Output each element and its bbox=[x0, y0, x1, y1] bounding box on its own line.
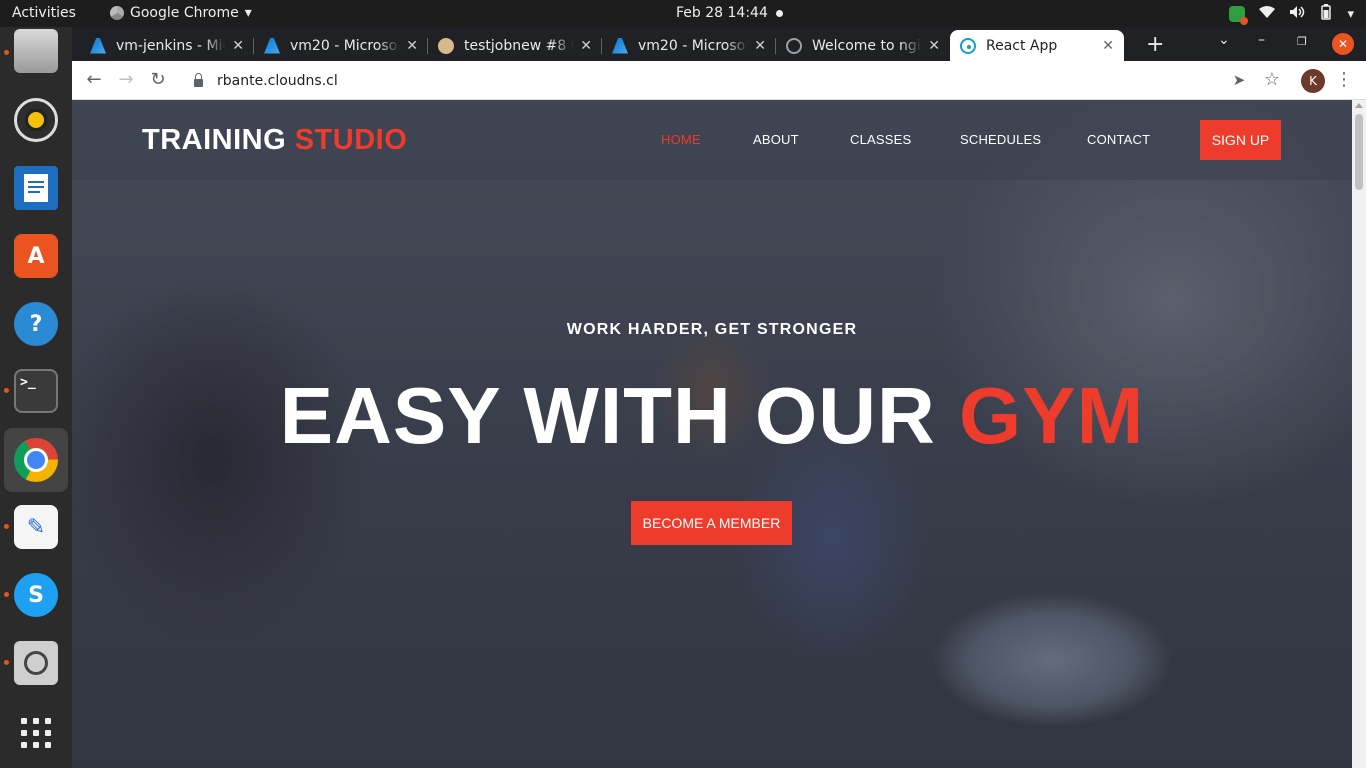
react-icon bbox=[960, 37, 976, 54]
close-icon[interactable]: ✕ bbox=[580, 38, 592, 54]
text-editor-icon: ✎ bbox=[14, 505, 58, 549]
close-icon[interactable]: ✕ bbox=[232, 38, 244, 54]
dock-text-editor[interactable]: ✎ bbox=[4, 495, 68, 559]
app-grid-icon bbox=[21, 718, 51, 748]
power-menu-icon[interactable]: ▾ bbox=[1347, 7, 1354, 22]
app-menu[interactable]: Google Chrome ▾ bbox=[110, 5, 252, 21]
restore-icon[interactable]: ❐ bbox=[1297, 35, 1307, 48]
azure-icon bbox=[612, 37, 628, 54]
app-menu-label: Google Chrome bbox=[130, 5, 239, 21]
software-center-icon: A bbox=[14, 234, 58, 278]
nav-home[interactable]: HOME bbox=[661, 132, 701, 147]
tab-title: React App bbox=[986, 37, 1058, 54]
address-bar[interactable]: rbante.cloudns.cl bbox=[182, 65, 1290, 96]
jenkins-icon bbox=[438, 37, 454, 54]
nav-schedules[interactable]: SCHEDULES bbox=[960, 132, 1041, 147]
dock-terminal[interactable]: >_ bbox=[4, 359, 68, 423]
dock-rhythmbox[interactable] bbox=[4, 88, 68, 152]
dock-files[interactable] bbox=[4, 19, 68, 83]
azure-icon bbox=[90, 37, 106, 54]
site-logo[interactable]: TRAINING STUDIO bbox=[142, 124, 407, 157]
tab-testjobnew[interactable]: testjobnew #8 Console ✕ bbox=[428, 30, 602, 61]
files-icon bbox=[14, 29, 58, 73]
chevron-down-icon: ▾ bbox=[244, 5, 252, 21]
rhythmbox-icon bbox=[14, 98, 58, 142]
close-icon[interactable]: ✕ bbox=[928, 38, 940, 54]
show-applications-button[interactable] bbox=[4, 701, 68, 765]
skype-icon: S bbox=[14, 573, 58, 617]
page-scrollbar[interactable] bbox=[1352, 100, 1366, 768]
security-update-icon[interactable] bbox=[1229, 6, 1249, 25]
forward-icon[interactable]: → bbox=[114, 69, 138, 90]
tab-vm-jenkins[interactable]: vm-jenkins - Microsoft Azure ✕ bbox=[80, 30, 254, 61]
dock-image-viewer[interactable] bbox=[4, 631, 68, 695]
tab-search-icon[interactable]: ⌄ bbox=[1218, 32, 1230, 48]
profile-avatar[interactable]: K bbox=[1301, 69, 1325, 93]
menu-kebab-icon[interactable]: ⋮ bbox=[1332, 69, 1356, 90]
send-icon[interactable]: ➤ bbox=[1227, 71, 1251, 89]
help-icon: ? bbox=[14, 302, 58, 346]
nav-about[interactable]: ABOUT bbox=[753, 132, 799, 147]
chrome-icon bbox=[14, 438, 58, 482]
tab-vm20-2[interactable]: vm20 - Microsoft Azure ✕ bbox=[602, 30, 776, 61]
scrollbar-thumb[interactable] bbox=[1355, 114, 1363, 190]
logo-text: TRAINING bbox=[142, 124, 295, 156]
scroll-up-arrow-icon[interactable] bbox=[1355, 103, 1363, 108]
url-text[interactable]: rbante.cloudns.cl bbox=[217, 73, 338, 89]
dock-help[interactable]: ? bbox=[4, 292, 68, 356]
bookmark-star-icon[interactable]: ☆ bbox=[1260, 69, 1284, 90]
sign-up-button[interactable]: SIGN UP bbox=[1200, 120, 1281, 160]
volume-icon[interactable] bbox=[1289, 5, 1305, 23]
writer-icon bbox=[14, 166, 58, 210]
nav-contact[interactable]: CONTACT bbox=[1087, 132, 1150, 147]
hero-headline: EASY WITH OUR GYM bbox=[72, 370, 1352, 462]
hero-section: TRAINING STUDIO HOME ABOUT CLASSES SCHED… bbox=[72, 100, 1352, 768]
image-viewer-icon bbox=[14, 641, 58, 685]
dock-writer[interactable] bbox=[4, 156, 68, 220]
back-icon[interactable]: ← bbox=[82, 69, 106, 90]
wifi-icon[interactable] bbox=[1259, 5, 1276, 23]
system-top-bar: Activities Google Chrome ▾ Feb 28 14:44 … bbox=[0, 0, 1366, 27]
clock[interactable]: Feb 28 14:44 bbox=[676, 5, 768, 21]
tab-title: Welcome to nginx! bbox=[812, 37, 922, 54]
dock-software[interactable]: A bbox=[4, 224, 68, 288]
battery-icon[interactable] bbox=[1319, 4, 1333, 24]
new-tab-button[interactable]: + bbox=[1146, 32, 1164, 57]
azure-icon bbox=[264, 37, 280, 54]
headline-accent-text: GYM bbox=[959, 371, 1145, 460]
tab-title: vm-jenkins - Microsoft Azure bbox=[116, 37, 226, 54]
dock-skype[interactable]: S bbox=[4, 563, 68, 627]
tab-nginx[interactable]: Welcome to nginx! ✕ bbox=[776, 30, 950, 61]
minimize-icon[interactable]: – bbox=[1258, 32, 1265, 48]
tab-vm20-1[interactable]: vm20 - Microsoft Azure ✕ bbox=[254, 30, 428, 61]
close-icon[interactable]: ✕ bbox=[406, 38, 418, 54]
close-icon[interactable]: ✕ bbox=[1102, 38, 1114, 54]
tab-react-app[interactable]: React App ✕ bbox=[950, 30, 1124, 61]
dock-chrome[interactable] bbox=[4, 428, 68, 492]
become-member-button[interactable]: BECOME A MEMBER bbox=[631, 501, 792, 545]
headline-text: EASY WITH OUR bbox=[279, 371, 959, 460]
tab-title: vm20 - Microsoft Azure bbox=[638, 37, 748, 54]
browser-toolbar: ← → ↻ rbante.cloudns.cl ➤ ☆ K ⋮ bbox=[72, 61, 1366, 100]
notification-dot bbox=[776, 10, 783, 17]
logo-accent-text: STUDIO bbox=[294, 124, 408, 156]
window-close-button[interactable]: ✕ bbox=[1332, 33, 1354, 55]
chrome-app-icon bbox=[110, 6, 124, 20]
system-tray[interactable]: ▾ bbox=[1229, 4, 1354, 25]
dock: A ? >_ ✎ S bbox=[0, 27, 72, 768]
close-icon[interactable]: ✕ bbox=[754, 38, 766, 54]
tab-strip: vm-jenkins - Microsoft Azure ✕ vm20 - Mi… bbox=[72, 27, 1366, 61]
tab-title: vm20 - Microsoft Azure bbox=[290, 37, 400, 54]
lock-icon[interactable] bbox=[194, 72, 203, 87]
terminal-icon: >_ bbox=[14, 369, 58, 413]
tab-title: testjobnew #8 Console bbox=[464, 37, 574, 54]
reload-icon[interactable]: ↻ bbox=[146, 69, 170, 90]
hero-subheading: WORK HARDER, GET STRONGER bbox=[566, 321, 858, 338]
nav-classes[interactable]: CLASSES bbox=[850, 132, 911, 147]
site-header: TRAINING STUDIO HOME ABOUT CLASSES SCHED… bbox=[72, 100, 1352, 180]
globe-icon bbox=[786, 37, 802, 54]
